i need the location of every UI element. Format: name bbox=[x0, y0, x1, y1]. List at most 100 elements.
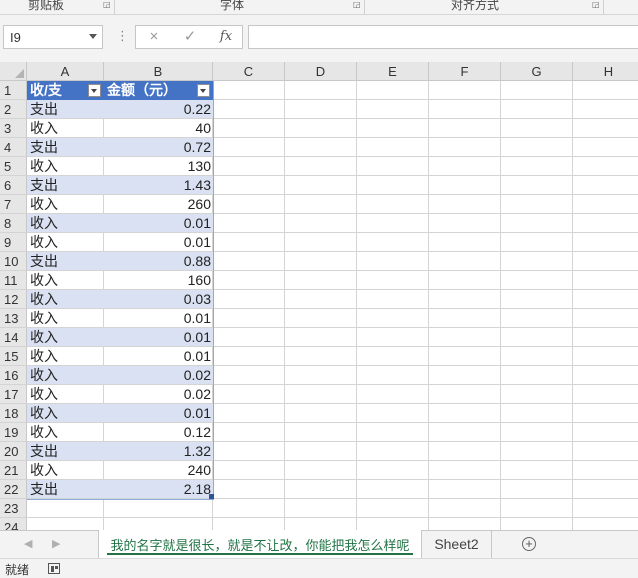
cell-income-expense[interactable]: 收入 bbox=[27, 366, 104, 384]
cell-amount[interactable]: 0.12 bbox=[104, 423, 213, 441]
cell-amount[interactable]: 0.01 bbox=[104, 328, 213, 346]
cell-income-expense[interactable]: 收入 bbox=[27, 404, 104, 422]
cell-income-expense[interactable]: 收入 bbox=[27, 461, 104, 479]
cell-income-expense[interactable]: 收入 bbox=[27, 271, 104, 289]
cell-amount[interactable]: 0.72 bbox=[104, 138, 213, 156]
next-sheet-arrow-icon[interactable]: ▶ bbox=[52, 537, 60, 550]
column-header-g[interactable]: G bbox=[501, 62, 573, 81]
cell-income-expense[interactable]: 收入 bbox=[27, 214, 104, 232]
cell-amount[interactable]: 0.01 bbox=[104, 233, 213, 251]
cell-amount[interactable]: 130 bbox=[104, 157, 213, 175]
add-sheet-icon[interactable]: + bbox=[522, 537, 536, 551]
chevron-down-icon[interactable] bbox=[89, 34, 97, 39]
row-header-14[interactable]: 14 bbox=[0, 328, 27, 347]
row-header-21[interactable]: 21 bbox=[0, 461, 27, 480]
cell-income-expense[interactable]: 收入 bbox=[27, 233, 104, 251]
sheet-tab-active[interactable]: 我的名字就是很长，就是不让改，你能把我怎么样呢 bbox=[98, 530, 422, 558]
row-header-5[interactable]: 5 bbox=[0, 157, 27, 176]
table-header-amount[interactable]: 金额（元） bbox=[104, 81, 213, 100]
row-header-23[interactable]: 23 bbox=[0, 499, 27, 518]
row-header-17[interactable]: 17 bbox=[0, 385, 27, 404]
cell-amount[interactable]: 160 bbox=[104, 271, 213, 289]
insert-function-icon[interactable]: fx bbox=[214, 28, 238, 46]
row-header-12[interactable]: 12 bbox=[0, 290, 27, 309]
filter-dropdown-button[interactable] bbox=[88, 84, 101, 97]
cell-amount[interactable]: 40 bbox=[104, 119, 213, 137]
cell-income-expense[interactable]: 收入 bbox=[27, 328, 104, 346]
font-launcher-icon[interactable]: ◲ bbox=[353, 1, 361, 9]
table-header-income-expense[interactable]: 收/支 bbox=[27, 81, 104, 100]
sheet-tab-sheet2[interactable]: Sheet2 bbox=[422, 531, 492, 558]
macro-record-icon[interactable] bbox=[48, 563, 60, 574]
cell-income-expense[interactable]: 收入 bbox=[27, 119, 104, 137]
row-header-16[interactable]: 16 bbox=[0, 366, 27, 385]
column-header-c[interactable]: C bbox=[213, 62, 285, 81]
row-header-6[interactable]: 6 bbox=[0, 176, 27, 195]
row-header-8[interactable]: 8 bbox=[0, 214, 27, 233]
worksheet-grid[interactable]: ABCDEFGH 1 2 3 4 5 6 7 8 9 10 11 12 13 14 15 16 17 18 19 20… bbox=[0, 62, 638, 530]
more-vertical-icon[interactable]: ⋮ bbox=[116, 28, 129, 44]
cell-income-expense[interactable]: 支出 bbox=[27, 252, 104, 270]
cell-income-expense[interactable]: 收入 bbox=[27, 385, 104, 403]
cell-income-expense[interactable]: 支出 bbox=[27, 138, 104, 156]
row-header-13[interactable]: 13 bbox=[0, 309, 27, 328]
cell-income-expense[interactable]: 收入 bbox=[27, 195, 104, 213]
row-header-22[interactable]: 22 bbox=[0, 480, 27, 499]
select-all-button[interactable] bbox=[0, 62, 27, 81]
alignment-launcher-icon[interactable]: ◲ bbox=[592, 1, 600, 9]
cell-amount[interactable]: 0.01 bbox=[104, 214, 213, 232]
table-resize-handle[interactable] bbox=[209, 494, 214, 499]
row-header-24[interactable]: 24 bbox=[0, 518, 27, 530]
cell-amount[interactable]: 0.01 bbox=[104, 309, 213, 327]
sheet-tab-bar: ◀ ▶ 我的名字就是很长，就是不让改，你能把我怎么样呢 Sheet2 + bbox=[0, 530, 638, 558]
cell-income-expense[interactable]: 支出 bbox=[27, 480, 104, 498]
cell-income-expense[interactable]: 支出 bbox=[27, 176, 104, 194]
column-header-e[interactable]: E bbox=[357, 62, 429, 81]
row-header-20[interactable]: 20 bbox=[0, 442, 27, 461]
cell-amount[interactable]: 2.18 bbox=[104, 480, 213, 498]
cell-income-expense[interactable]: 支出 bbox=[27, 442, 104, 460]
column-header-b[interactable]: B bbox=[104, 62, 213, 81]
clipboard-launcher-icon[interactable]: ◲ bbox=[103, 1, 111, 9]
column-header-h[interactable]: H bbox=[573, 62, 638, 81]
cell-amount[interactable]: 1.32 bbox=[104, 442, 213, 460]
row-header-3[interactable]: 3 bbox=[0, 119, 27, 138]
cell-amount[interactable]: 0.02 bbox=[104, 366, 213, 384]
cancel-icon[interactable]: × bbox=[142, 28, 166, 46]
filter-dropdown-button[interactable] bbox=[197, 84, 210, 97]
row-header-19[interactable]: 19 bbox=[0, 423, 27, 442]
row-header-11[interactable]: 11 bbox=[0, 271, 27, 290]
row-header-2[interactable]: 2 bbox=[0, 100, 27, 119]
row-header-4[interactable]: 4 bbox=[0, 138, 27, 157]
cell-income-expense[interactable]: 收入 bbox=[27, 423, 104, 441]
cell-income-expense[interactable]: 收入 bbox=[27, 309, 104, 327]
cell-income-expense[interactable]: 收入 bbox=[27, 290, 104, 308]
cell-amount[interactable]: 0.88 bbox=[104, 252, 213, 270]
row-header-15[interactable]: 15 bbox=[0, 347, 27, 366]
cell-income-expense[interactable]: 收入 bbox=[27, 347, 104, 365]
status-bar: 就绪 bbox=[0, 558, 638, 578]
cell-amount[interactable]: 0.01 bbox=[104, 347, 213, 365]
row-header-1[interactable]: 1 bbox=[0, 81, 27, 100]
cell-amount[interactable]: 0.03 bbox=[104, 290, 213, 308]
column-header-f[interactable]: F bbox=[429, 62, 501, 81]
column-header-d[interactable]: D bbox=[285, 62, 357, 81]
row-header-7[interactable]: 7 bbox=[0, 195, 27, 214]
select-all-triangle-icon bbox=[15, 69, 24, 78]
cell-amount[interactable]: 0.01 bbox=[104, 404, 213, 422]
row-header-18[interactable]: 18 bbox=[0, 404, 27, 423]
cell-amount[interactable]: 0.22 bbox=[104, 100, 213, 118]
formula-input[interactable] bbox=[248, 25, 638, 49]
enter-check-icon[interactable]: ✓ bbox=[178, 28, 202, 46]
cell-amount[interactable]: 1.43 bbox=[104, 176, 213, 194]
row-header-10[interactable]: 10 bbox=[0, 252, 27, 271]
cell-income-expense[interactable]: 支出 bbox=[27, 100, 104, 118]
cell-amount[interactable]: 240 bbox=[104, 461, 213, 479]
cell-amount[interactable]: 0.02 bbox=[104, 385, 213, 403]
cell-income-expense[interactable]: 收入 bbox=[27, 157, 104, 175]
prev-sheet-arrow-icon[interactable]: ◀ bbox=[24, 537, 32, 550]
column-header-a[interactable]: A bbox=[27, 62, 104, 81]
row-header-9[interactable]: 9 bbox=[0, 233, 27, 252]
name-box[interactable]: I9 bbox=[3, 25, 103, 49]
cell-amount[interactable]: 260 bbox=[104, 195, 213, 213]
